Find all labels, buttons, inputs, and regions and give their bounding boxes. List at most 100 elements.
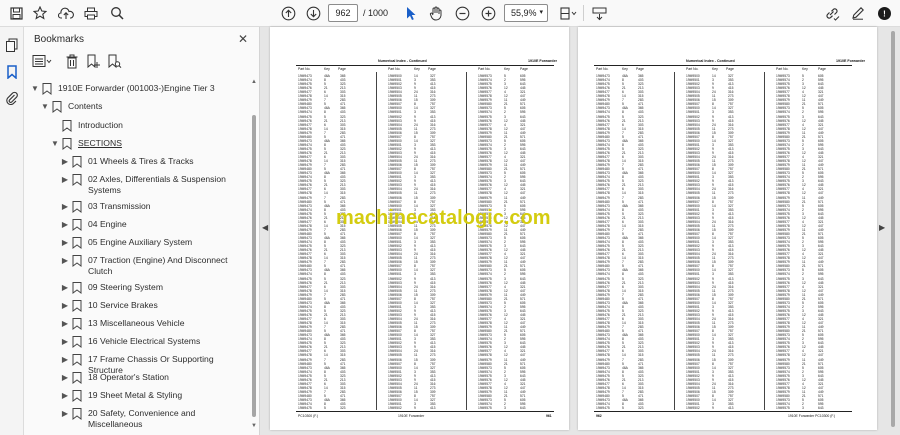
column-divider: [764, 72, 765, 410]
page-footer-mid: 1910E Forwarder: [398, 414, 425, 418]
scroll-mode-icon[interactable]: [590, 3, 608, 23]
bookmark-item[interactable]: ▼ Contents: [40, 101, 102, 119]
scroll-thumb[interactable]: [252, 115, 256, 417]
table-cell: 5: [622, 406, 624, 411]
bookmark-item[interactable]: ▶ 10 Service Brakes: [60, 300, 158, 318]
bookmark-icon: [52, 101, 62, 113]
table-cell: 9: [712, 406, 714, 411]
bookmark-icon: [72, 174, 82, 186]
bookmark-item[interactable]: ▶ 09 Steering System: [60, 282, 163, 300]
bookmark-item[interactable]: ▶ 01 Wheels & Tires & Tracks: [60, 156, 194, 174]
chevron-down-icon[interactable]: ▼: [40, 101, 50, 112]
bookmark-item[interactable]: ▶ 03 Transmission: [60, 201, 151, 219]
chevron-right-icon[interactable]: ▶: [60, 282, 70, 293]
chevron-right-icon[interactable]: ▶: [60, 300, 70, 311]
chevron-right-icon[interactable]: ▶: [60, 156, 70, 167]
col-header: Page: [428, 67, 436, 71]
find-bookmark-icon[interactable]: [107, 54, 123, 70]
edit-pen-icon[interactable]: [849, 3, 867, 23]
bookmarks-panel: Bookmarks ✕ ▼ 1910E Forwarder (001003-)En…: [24, 27, 260, 435]
bookmark-star-icon[interactable]: [32, 3, 48, 23]
col-header: Key: [622, 67, 628, 71]
chevron-down-icon[interactable]: ▼: [30, 83, 40, 94]
bookmark-item[interactable]: ▶ 02 Axles, Differentials & Suspension Sys…: [60, 174, 226, 200]
hand-tool-icon[interactable]: [428, 3, 444, 23]
collapse-right-icon[interactable]: ▶: [879, 223, 885, 232]
print-icon[interactable]: [83, 3, 99, 23]
page-footer-right: 1910E Forwarder PC10300 (F.): [788, 414, 836, 418]
bookmark-label: 19 Sheet Metal & Styling: [88, 390, 183, 400]
new-bookmark-icon[interactable]: [86, 54, 102, 70]
chevron-right-icon[interactable]: ▶: [60, 408, 70, 419]
bookmark-label: 20 Safety, Convenience and Miscellaneous: [88, 408, 196, 429]
collapse-left-icon[interactable]: ◀: [262, 223, 268, 232]
page-number: 962: [596, 414, 602, 418]
page-header-title: 1910E Forwarder: [528, 59, 557, 63]
save-icon[interactable]: [8, 3, 24, 23]
chevron-right-icon[interactable]: ▶: [60, 318, 70, 329]
page-footer-left: PC10300 (F.): [298, 414, 318, 418]
page-fit-icon[interactable]: [558, 3, 578, 23]
bookmark-icon: [72, 354, 82, 366]
previous-page-icon[interactable]: [280, 3, 296, 23]
page-number-input[interactable]: 962: [328, 4, 358, 22]
next-page-icon[interactable]: [305, 3, 321, 23]
table-cell: 19M9475: [596, 406, 610, 411]
scroll-thumb[interactable]: [891, 31, 895, 427]
attachments-icon[interactable]: [5, 91, 19, 105]
bookmark-label-line1: 02 Axles, Differentials & Suspension: [88, 174, 226, 184]
col-header: Part No.: [686, 67, 699, 71]
chevron-right-icon[interactable]: ▶: [60, 372, 70, 383]
account-icon[interactable]: !: [875, 3, 893, 23]
bookmarks-panel-icon[interactable]: [5, 65, 19, 80]
bookmark-item[interactable]: Introduction: [50, 120, 123, 138]
bookmark-item[interactable]: ▶ 18 Operator's Station: [60, 372, 169, 390]
close-icon[interactable]: ✕: [236, 32, 250, 46]
options-menu-icon[interactable]: [32, 54, 54, 70]
document-scrollbar[interactable]: [886, 27, 900, 435]
bookmark-label-line2: Systems: [88, 185, 121, 195]
zoom-level-select[interactable]: 55,9% ▾: [504, 4, 548, 22]
bookmark-item[interactable]: ▶ 04 Engine: [60, 219, 127, 237]
document-viewer[interactable]: ◀ Numerical Index - Continued 1910E Forw…: [260, 27, 900, 435]
upload-cloud-icon[interactable]: [57, 3, 75, 23]
zoom-in-icon[interactable]: [480, 3, 496, 23]
bookmark-icon: [72, 255, 82, 267]
bookmark-item[interactable]: ▶ 17 Frame Chassis Or Supporting Structur…: [60, 354, 250, 375]
bookmark-item[interactable]: ▶ 16 Vehicle Electrical Systems: [60, 336, 200, 354]
navigation-rail: [0, 27, 24, 435]
table-cell: 323: [638, 406, 644, 411]
bookmark-item[interactable]: ▼ 1910E Forwarder (001003-)Engine Tier 3: [30, 83, 215, 101]
table-cell: 9: [414, 406, 416, 411]
chevron-right-icon[interactable]: ▶: [60, 219, 70, 230]
table-cell: 3: [802, 406, 804, 411]
scroll-down-icon[interactable]: ▼: [251, 423, 257, 429]
chevron-right-icon[interactable]: ▶: [60, 354, 70, 365]
page-thumbnails-icon[interactable]: [5, 38, 19, 52]
chevron-right-icon[interactable]: ▶: [60, 201, 70, 212]
zoom-out-icon[interactable]: [454, 3, 470, 23]
bookmark-item[interactable]: ▶ 07 Traction (Engine) And Disconnect Clut…: [60, 255, 228, 281]
chevron-right-icon[interactable]: ▶: [60, 390, 70, 401]
bookmark-item[interactable]: ▶ 19 Sheet Metal & Styling: [60, 390, 182, 408]
bookmark-item[interactable]: ▶ 13 Miscellaneous Vehicle: [60, 318, 185, 336]
chevron-right-icon[interactable]: ▶: [60, 336, 70, 347]
scroll-up-icon[interactable]: ▲: [251, 79, 257, 85]
select-cursor-icon[interactable]: [403, 3, 419, 23]
bookmark-item[interactable]: ▶ 20 Safety, Convenience and Miscellaneou…: [60, 408, 250, 429]
bookmark-item[interactable]: ▶ 05 Engine Auxiliary System: [60, 237, 192, 255]
bookmark-icon: [72, 372, 82, 384]
bookmark-icon: [72, 336, 82, 348]
chevron-down-icon[interactable]: ▼: [50, 138, 60, 149]
page-total: / 1000: [363, 8, 389, 18]
search-icon[interactable]: [109, 3, 125, 23]
bookmark-item[interactable]: ▼ SECTIONS: [50, 138, 122, 156]
delete-bookmark-icon[interactable]: [65, 54, 81, 70]
bookmarks-scrollbar[interactable]: ▲ ▼: [250, 79, 258, 431]
link-sign-icon[interactable]: [823, 3, 841, 23]
chevron-right-icon[interactable]: ▶: [60, 237, 70, 248]
table-cell: 19M9475: [298, 406, 312, 411]
chevron-right-icon[interactable]: ▶: [60, 255, 70, 266]
bookmark-label: 03 Transmission: [88, 201, 151, 211]
chevron-right-icon[interactable]: ▶: [60, 174, 70, 185]
